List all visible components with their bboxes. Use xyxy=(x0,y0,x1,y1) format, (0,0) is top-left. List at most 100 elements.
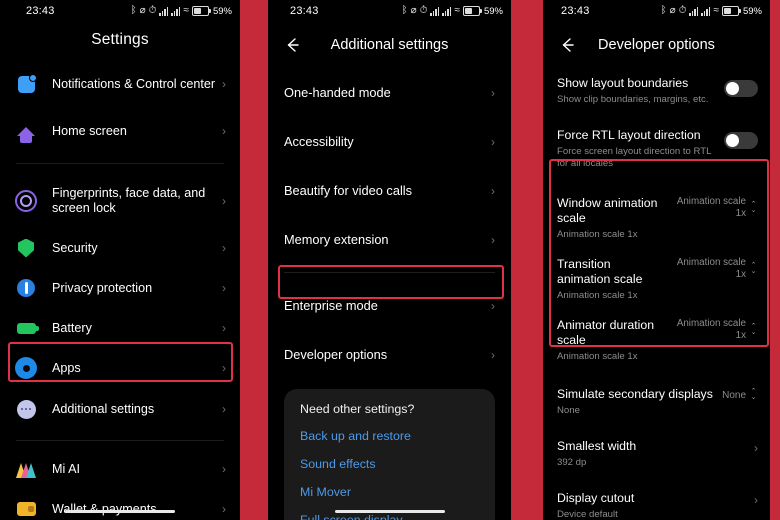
chevron-right-icon: › xyxy=(222,402,226,416)
sidebar-item-battery[interactable]: Battery › xyxy=(0,308,240,348)
list-item-label: Enterprise mode xyxy=(284,298,378,313)
setting-value: Animation scale 1x xyxy=(676,318,746,341)
home-screen-icon xyxy=(14,119,38,143)
chevron-right-icon: › xyxy=(491,134,495,149)
sidebar-item-wallet[interactable]: Wallet & payments › xyxy=(0,489,240,520)
setting-row-window-animation-scale[interactable]: Window animation scale Animation scale 1… xyxy=(543,188,770,249)
mi-ai-icon xyxy=(14,457,38,481)
chevron-right-icon: › xyxy=(491,183,495,198)
fingerprint-icon xyxy=(14,189,38,213)
battery-percent: 59% xyxy=(483,5,503,17)
sidebar-item-notifications[interactable]: Notifications & Control center › xyxy=(0,57,240,111)
setting-text: Simulate secondary displays None xyxy=(557,387,722,417)
sidebar-item-privacy[interactable]: Privacy protection › xyxy=(0,268,240,308)
setting-value-control[interactable]: None ⌃ ⌄ xyxy=(722,388,758,401)
sidebar-item-label: Mi AI xyxy=(52,461,80,476)
sidebar-item-label: Additional settings xyxy=(52,401,155,416)
setting-row-simulate-secondary-displays[interactable]: Simulate secondary displays None None ⌃ ⌄ xyxy=(543,377,770,427)
bluetooth-icon: ᛒ xyxy=(130,5,137,16)
link-sound-effects[interactable]: Sound effects xyxy=(300,457,479,471)
setting-row-show-layout-boundaries[interactable]: Show layout boundaries Show clip boundar… xyxy=(543,66,770,116)
back-arrow-icon[interactable] xyxy=(559,36,577,54)
setting-text: Smallest width 392 dp xyxy=(557,439,748,469)
phone-screen-additional-settings: 23:43 ᛒ ⌀ ⏱ ≈ 59% Additional settings On… xyxy=(268,0,511,520)
setting-title: Show layout boundaries xyxy=(557,76,689,90)
sidebar-item-fingerprints[interactable]: Fingerprints, face data, and screen lock… xyxy=(0,174,240,228)
setting-value: Animation scale 1x xyxy=(676,257,746,280)
screenshot-stage: 23:43 ᛒ ⌀ ⏱ ≈ 59% Settings Notifications… xyxy=(0,0,780,520)
setting-title: Simulate secondary displays xyxy=(557,387,713,401)
setting-title: Smallest width xyxy=(557,439,637,453)
apps-gear-icon xyxy=(14,356,38,380)
divider xyxy=(16,163,224,164)
chevron-right-icon: › xyxy=(222,194,226,208)
page-title: Additional settings xyxy=(330,37,449,53)
setting-subtitle: 392 dp xyxy=(557,457,587,468)
chevron-right-icon: › xyxy=(491,347,495,362)
setting-row-smallest-width[interactable]: Smallest width 392 dp › xyxy=(543,427,770,479)
sidebar-item-security[interactable]: Security › xyxy=(0,228,240,268)
stepper-icon[interactable]: ⌃ ⌄ xyxy=(749,388,758,401)
sidebar-item-label: Apps xyxy=(52,360,81,375)
setting-row-animator-duration-scale[interactable]: Animator duration scale Animation scale … xyxy=(543,310,770,371)
wifi-icon: ≈ xyxy=(183,5,189,16)
list-item-label: Accessibility xyxy=(284,134,354,149)
battery-icon xyxy=(14,316,39,340)
setting-row-display-cutout[interactable]: Display cutout Device default › xyxy=(543,479,770,520)
list-item-memory-extension[interactable]: Memory extension › xyxy=(268,215,511,264)
stepper-icon[interactable]: ⌃ ⌄ xyxy=(749,323,758,336)
sidebar-item-additional-settings[interactable]: Additional settings › xyxy=(0,388,240,430)
stepper-icon[interactable]: ⌃ ⌄ xyxy=(749,201,758,214)
setting-row-transition-animation-scale[interactable]: Transition animation scale Animation sca… xyxy=(543,249,770,310)
link-mi-mover[interactable]: Mi Mover xyxy=(300,485,479,499)
chevron-right-icon: › xyxy=(222,502,226,516)
setting-value-control[interactable]: Animation scale 1x ⌃ ⌄ xyxy=(672,318,758,342)
list-item-beautify-video-calls[interactable]: Beautify for video calls › xyxy=(268,166,511,215)
panel-separator-edge xyxy=(770,0,780,520)
setting-value: None xyxy=(722,389,746,401)
vibrate-off-icon: ⌀ xyxy=(410,5,417,16)
signal-2-icon xyxy=(701,6,711,16)
sidebar-item-apps[interactable]: Apps › xyxy=(0,348,240,388)
setting-row-force-rtl[interactable]: Force RTL layout direction Force screen … xyxy=(543,116,770,180)
more-dots-icon xyxy=(14,397,38,421)
sidebar-item-home-screen[interactable]: Home screen › xyxy=(0,111,240,151)
stepper-icon[interactable]: ⌃ ⌄ xyxy=(749,262,758,275)
bluetooth-icon: ᛒ xyxy=(401,5,408,16)
list-item-enterprise-mode[interactable]: Enterprise mode › xyxy=(268,281,511,330)
status-clock: 23:43 xyxy=(26,5,55,17)
battery-icon xyxy=(462,6,482,16)
vibrate-off-icon: ⌀ xyxy=(139,5,146,16)
divider xyxy=(16,440,224,441)
list-item-developer-options[interactable]: Developer options › xyxy=(268,330,511,379)
alarm-icon: ⏱ xyxy=(678,5,687,16)
need-other-settings-card: Need other settings? Back up and restore… xyxy=(284,389,495,520)
setting-value-control[interactable]: Animation scale 1x ⌃ ⌄ xyxy=(672,257,758,281)
signal-2-icon xyxy=(442,6,452,16)
setting-text: Force RTL layout direction Force screen … xyxy=(557,128,724,170)
sidebar-item-mi-ai[interactable]: Mi AI › xyxy=(0,449,240,489)
signal-1-icon xyxy=(430,6,440,16)
setting-title: Transition animation scale xyxy=(557,257,643,286)
setting-value: Animation scale 1x xyxy=(676,196,746,219)
alarm-icon: ⏱ xyxy=(419,5,428,16)
toggle-force-rtl[interactable] xyxy=(724,132,758,149)
setting-text: Show layout boundaries Show clip boundar… xyxy=(557,76,724,106)
toggle-show-layout-boundaries[interactable] xyxy=(724,80,758,97)
list-item-accessibility[interactable]: Accessibility › xyxy=(268,117,511,166)
sidebar-item-label: Notifications & Control center xyxy=(52,76,216,91)
link-back-up-and-restore[interactable]: Back up and restore xyxy=(300,429,479,443)
divider xyxy=(284,272,495,273)
sidebar-item-label: Fingerprints, face data, and screen lock xyxy=(52,186,206,215)
back-arrow-icon[interactable] xyxy=(284,36,302,54)
alarm-icon: ⏱ xyxy=(148,5,157,16)
list-item-label: Memory extension xyxy=(284,232,389,247)
wifi-icon: ≈ xyxy=(454,5,460,16)
chevron-right-icon: › xyxy=(754,493,758,507)
link-full-screen-display[interactable]: Full screen display xyxy=(300,513,479,520)
setting-text: Transition animation scale Animation sca… xyxy=(557,257,672,302)
setting-value-control[interactable]: Animation scale 1x ⌃ ⌄ xyxy=(672,196,758,220)
setting-title: Window animation scale xyxy=(557,196,658,225)
list-item-one-handed-mode[interactable]: One-handed mode › xyxy=(268,68,511,117)
setting-text: Animator duration scale Animation scale … xyxy=(557,318,672,363)
